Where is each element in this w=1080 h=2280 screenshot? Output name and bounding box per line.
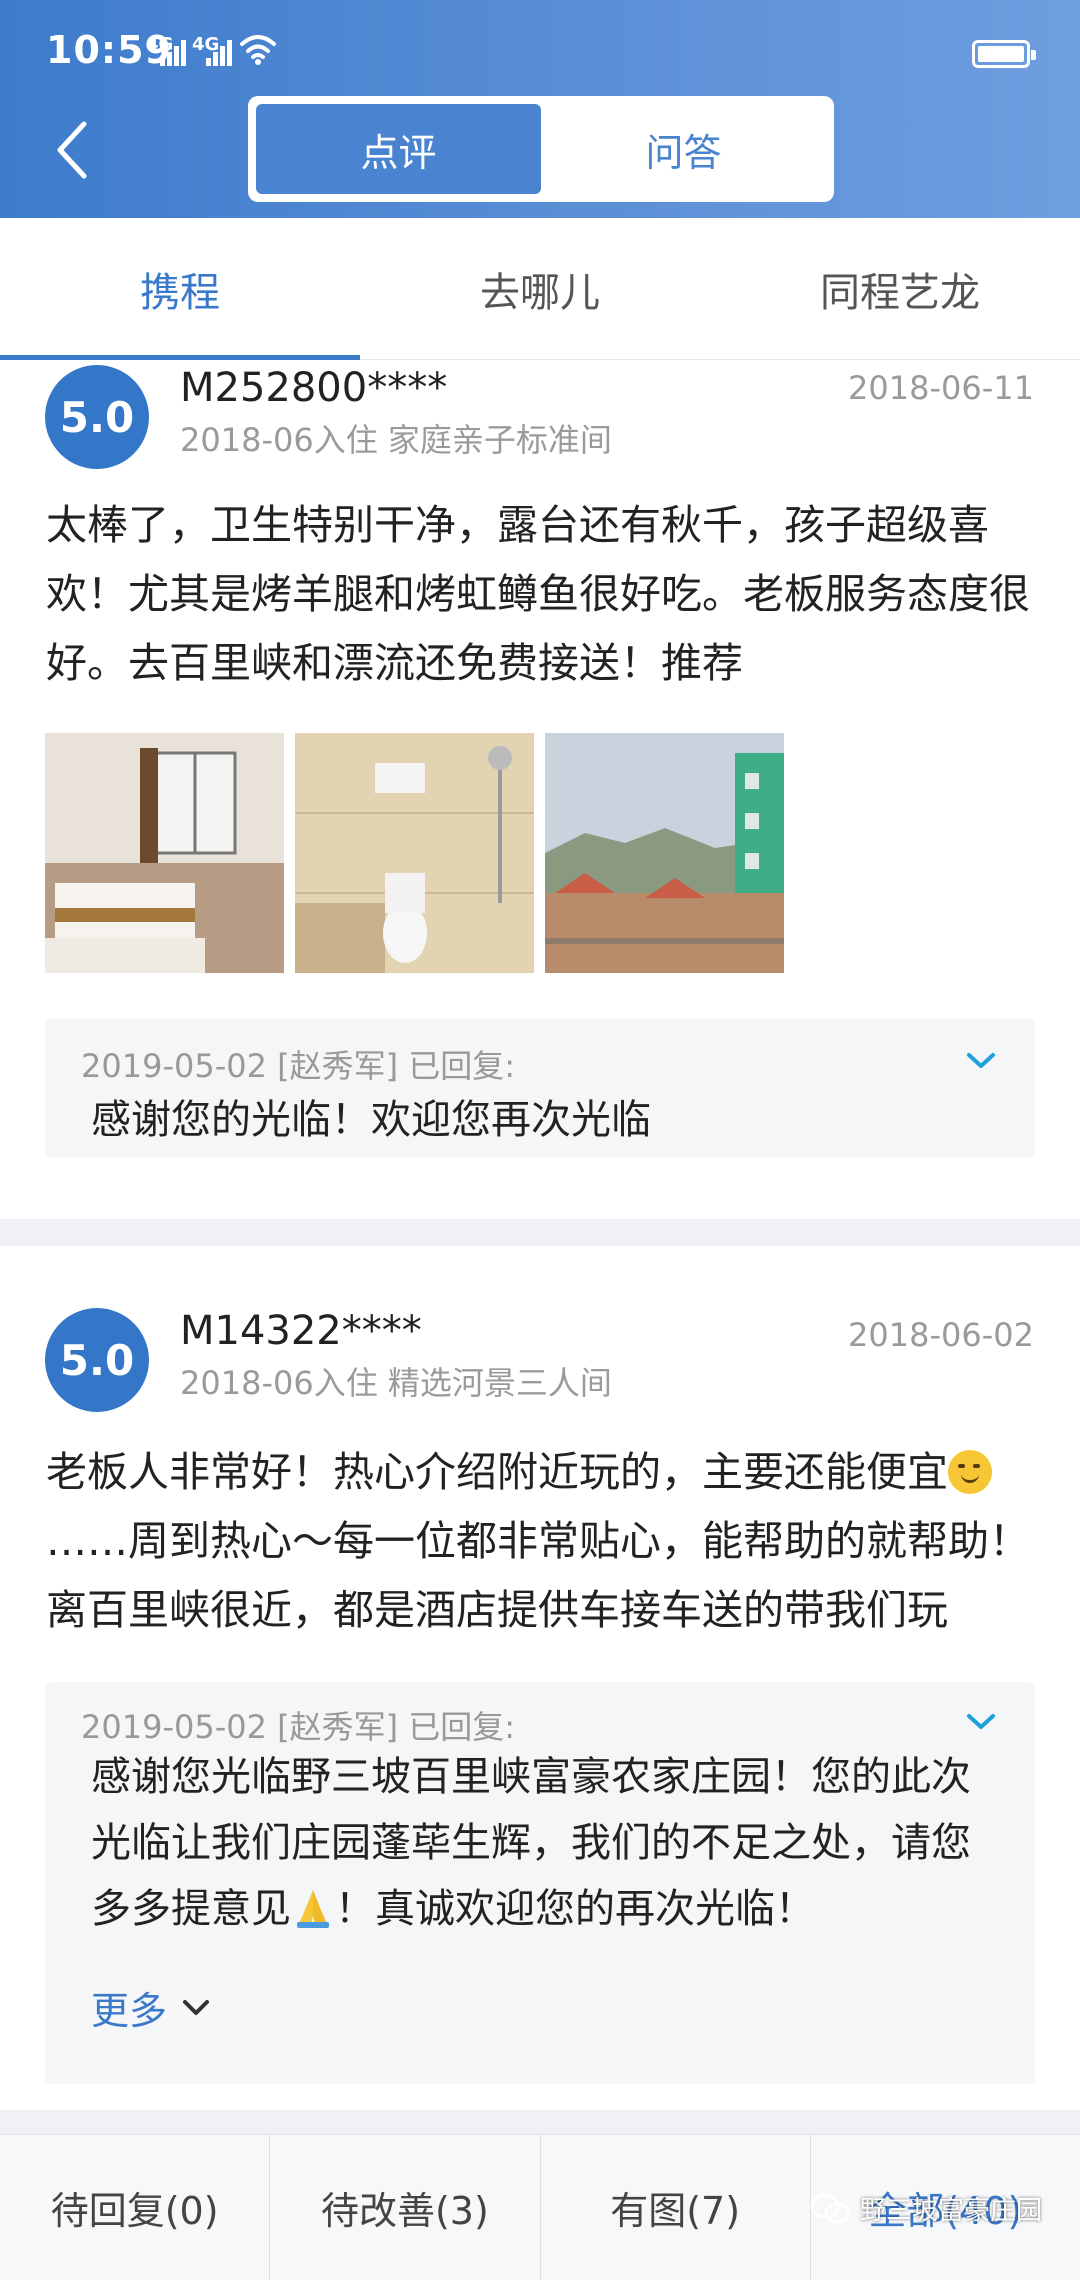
chevron-down-icon [183, 1999, 210, 2015]
score-badge: 5.0 [45, 1308, 149, 1412]
chevron-down-icon[interactable] [965, 1051, 997, 1071]
hotel-room-photo[interactable] [45, 733, 284, 973]
review-content: 老板人非常好！热心介绍附近玩的，主要还能便宜 ……周到热心～每一位都非常贴心，能帮… [46, 1438, 1036, 1645]
reply-meta: 2019-05-02 [赵秀军] 已回复: [81, 1047, 516, 1085]
review-photos [45, 733, 784, 973]
review-content: 太棒了，卫生特别干净，露台还有秋千，孩子超级喜欢！尤其是烤羊腿和烤虹鳟鱼很好吃。… [46, 501, 1030, 687]
top-header: 10:59 4G 4G 点评 问答 [0, 0, 1080, 218]
reply-meta: 2019-05-02 [赵秀军] 已回复: [81, 1708, 516, 1746]
stay-info: 2018-06入住 精选河景三人间 [180, 1364, 612, 1402]
score-badge: 5.0 [45, 365, 149, 469]
review-card: 5.0 M14322**** 2018-06入住 精选河景三人间 2018-06… [0, 1246, 1080, 2110]
segment-qa[interactable]: 问答 [541, 104, 826, 194]
signal-bars-icon [206, 38, 232, 66]
tab-tongcheng-elong[interactable]: 同程艺龙 [720, 218, 1080, 359]
wifi-icon [240, 35, 276, 65]
reviewer-name: M252800**** [180, 365, 448, 411]
review-date: 2018-06-02 [848, 1316, 1034, 1354]
owner-reply: 2019-05-02 [赵秀军] 已回复: 感谢您的光临！欢迎您再次光临 [45, 1019, 1035, 1157]
back-button[interactable] [40, 110, 110, 190]
tab-ctrip[interactable]: 携程 [0, 218, 360, 359]
wechat-watermark: 野三坡富豪庄园 [810, 2190, 1042, 2227]
reply-text: 感谢您的光临！欢迎您再次光临 [91, 1097, 651, 1143]
owner-reply: 2019-05-02 [赵秀军] 已回复: 感谢您光临野三坡百里峡富豪农家庄园！… [45, 1682, 1035, 2084]
review-content-part1: 老板人非常好！热心介绍附近玩的，主要还能便宜 [46, 1448, 948, 1496]
status-bar: 10:59 4G 4G [0, 0, 1080, 100]
chevron-down-icon[interactable] [965, 1712, 997, 1732]
terrace-view-photo[interactable] [545, 733, 784, 973]
section-divider [0, 1219, 1080, 1246]
active-tab-indicator [0, 355, 360, 360]
review-content-part2: ……周到热心～每一位都非常贴心，能帮助的就帮助！离百里峡很近，都是酒店提供车接车… [46, 1517, 1030, 1634]
section-divider [0, 2110, 1080, 2134]
source-tabs: 携程 去哪儿 同程艺龙 [0, 218, 1080, 360]
reply-text-part2: ！真诚欢迎您的再次光临！ [335, 1886, 815, 1932]
stay-info: 2018-06入住 家庭亲子标准间 [180, 421, 612, 459]
segment-reviews[interactable]: 点评 [256, 104, 541, 194]
reviewer-name: M14322**** [180, 1308, 422, 1354]
filter-awaiting-reply[interactable]: 待回复(0) [0, 2135, 271, 2280]
smirk-emoji-icon [948, 1450, 992, 1494]
filter-to-improve[interactable]: 待改善(3) [270, 2135, 541, 2280]
battery-icon [972, 40, 1036, 68]
review-qa-segmented-control: 点评 问答 [248, 96, 834, 202]
review-card: 5.0 M252800**** 2018-06入住 家庭亲子标准间 2018-0… [0, 361, 1080, 1219]
review-date: 2018-06-11 [848, 369, 1034, 407]
bathroom-photo[interactable] [295, 733, 534, 973]
more-label: 更多 [91, 1989, 168, 2033]
tab-qunar[interactable]: 去哪儿 [360, 218, 720, 359]
praying-hands-emoji-icon [297, 1890, 329, 1928]
reply-text: 感谢您光临野三坡百里峡富豪农家庄园！您的此次光临让我们庄园蓬荜生辉，我们的不足之… [91, 1744, 991, 1942]
filter-with-photos[interactable]: 有图(7) [541, 2135, 811, 2280]
signal-bars-icon [160, 38, 186, 66]
watermark-text: 野三坡富豪庄园 [860, 2196, 1043, 2226]
wechat-logo-icon [810, 2193, 850, 2223]
more-button[interactable]: 更多 [91, 1980, 211, 2035]
